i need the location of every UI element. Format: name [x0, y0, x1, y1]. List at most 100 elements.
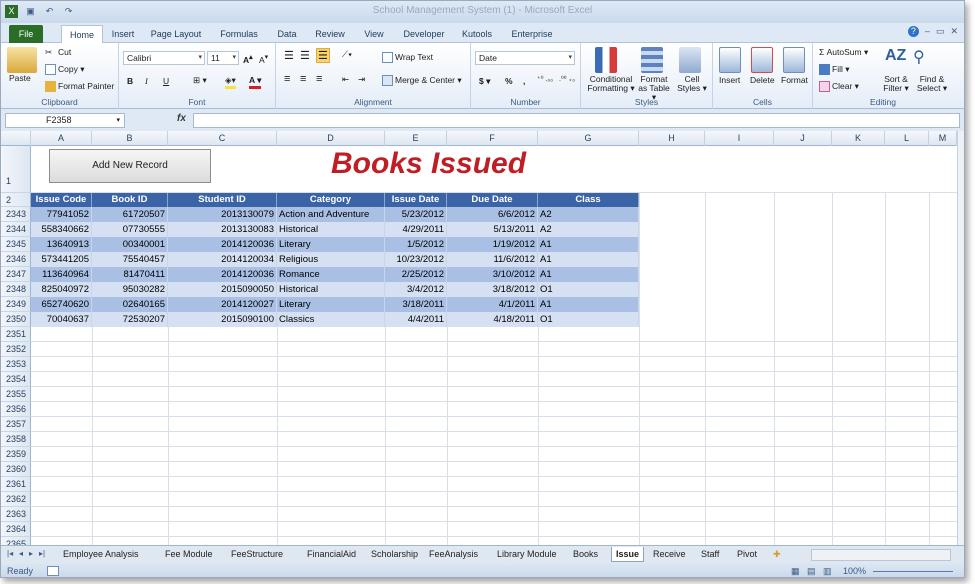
table-cell[interactable]: 75540457	[92, 252, 168, 267]
page-layout-view-icon[interactable]: ▤	[807, 566, 816, 577]
row-header-1[interactable]: 1	[1, 146, 31, 193]
name-box[interactable]: F2358 ▾	[5, 113, 125, 128]
first-sheet-icon[interactable]: |◂	[7, 549, 13, 558]
column-header-h[interactable]: H	[639, 131, 705, 146]
sort-filter-icon[interactable]: AZ	[885, 47, 906, 65]
macro-record-icon[interactable]	[47, 566, 59, 576]
row-header[interactable]: 2351	[1, 327, 31, 342]
row-header[interactable]: 2348	[1, 282, 31, 297]
table-cell[interactable]: A1	[538, 252, 639, 267]
align-bottom-icon[interactable]: ☰	[316, 48, 330, 63]
table-cell[interactable]: 11/6/2012	[447, 252, 538, 267]
tab-page-layout[interactable]: Page Layout	[147, 25, 205, 43]
align-middle-icon[interactable]: ☰	[300, 49, 310, 62]
delete-button[interactable]: Delete	[750, 75, 775, 85]
sheet-tab-pivot[interactable]: Pivot	[733, 547, 761, 562]
table-cell[interactable]: 72530207	[92, 312, 168, 327]
row-header[interactable]: 2365	[1, 537, 31, 545]
merge-center-button[interactable]: Merge & Center ▾	[382, 75, 462, 87]
table-cell[interactable]: 2015090100	[168, 312, 277, 327]
wrap-text-button[interactable]: Wrap Text	[382, 52, 433, 64]
table-cell[interactable]: 61720507	[92, 207, 168, 222]
paste-button[interactable]: Paste	[9, 73, 31, 83]
table-cell[interactable]: 558340662	[31, 222, 92, 237]
table-cell[interactable]: Religious	[277, 252, 385, 267]
table-cell[interactable]: 2014120027	[168, 297, 277, 312]
insert-cells-icon[interactable]	[719, 47, 741, 73]
next-sheet-icon[interactable]: ▸	[29, 549, 33, 558]
worksheet-grid[interactable]: ABCDEFGHIJKLM 1 2 2343 2344 2345 2346 2347 2348…	[1, 131, 957, 545]
bold-button[interactable]: B	[127, 76, 133, 86]
table-cell[interactable]: 2014120036	[168, 237, 277, 252]
row-header-2[interactable]: 2	[1, 193, 31, 207]
cell-styles-icon[interactable]	[679, 47, 701, 73]
table-cell[interactable]: 573441205	[31, 252, 92, 267]
table-cell[interactable]: 4/18/2011	[447, 312, 538, 327]
column-header-k[interactable]: K	[832, 131, 885, 146]
decrease-decimal-icon[interactable]: .⁰⁰ ₊₀	[559, 75, 575, 83]
format-as-table-icon[interactable]	[641, 47, 663, 73]
table-cell[interactable]: Classics	[277, 312, 385, 327]
clear-button[interactable]: Clear ▾	[819, 81, 859, 93]
tab-enterprise[interactable]: Enterprise	[509, 25, 555, 43]
tab-developer[interactable]: Developer	[398, 25, 450, 43]
align-center-icon[interactable]: ≡	[300, 73, 306, 85]
tab-insert[interactable]: Insert	[105, 25, 141, 43]
table-cell[interactable]: 2014120036	[168, 267, 277, 282]
table-header-issue-date[interactable]: Issue Date	[385, 193, 447, 207]
table-cell[interactable]: 2015090050	[168, 282, 277, 297]
table-cell[interactable]: 5/23/2012	[385, 207, 447, 222]
cut-button[interactable]: ✂ Cut	[45, 47, 71, 58]
table-cell[interactable]: 10/23/2012	[385, 252, 447, 267]
row-header[interactable]: 2352	[1, 342, 31, 357]
table-cell[interactable]: 3/18/2011	[385, 297, 447, 312]
table-cell[interactable]: Historical	[277, 282, 385, 297]
table-cell[interactable]: O1	[538, 312, 639, 327]
table-cell[interactable]: A1	[538, 237, 639, 252]
column-header-a[interactable]: A	[31, 131, 92, 146]
row-header[interactable]: 2350	[1, 312, 31, 327]
table-cell[interactable]: 2013130079	[168, 207, 277, 222]
table-cell[interactable]: Romance	[277, 267, 385, 282]
font-name-select[interactable]: Calibri ▾	[123, 51, 205, 65]
sheet-tab-issue[interactable]: Issue	[611, 547, 645, 562]
table-cell[interactable]: 113640964	[31, 267, 92, 282]
table-cell[interactable]: A1	[538, 267, 639, 282]
increase-decimal-icon[interactable]: ⁺⁰ .₀₀	[537, 75, 553, 83]
table-cell[interactable]: 81470411	[92, 267, 168, 282]
table-cell[interactable]: 07730555	[92, 222, 168, 237]
fill-button[interactable]: Fill ▾	[819, 64, 850, 76]
table-header-category[interactable]: Category	[277, 193, 385, 207]
sheet-tab-feestructure[interactable]: FeeStructure	[227, 547, 287, 562]
column-header-g[interactable]: G	[538, 131, 639, 146]
row-header[interactable]: 2364	[1, 522, 31, 537]
autosum-button[interactable]: Σ AutoSum ▾	[819, 47, 868, 58]
sheet-tab-scholarship[interactable]: Scholarship	[367, 547, 422, 562]
column-header-i[interactable]: I	[705, 131, 774, 146]
table-cell[interactable]: 1/19/2012	[447, 237, 538, 252]
column-header-l[interactable]: L	[885, 131, 929, 146]
fill-color-icon[interactable]: ◈▾	[225, 75, 236, 89]
find-select-icon[interactable]: ⚲	[913, 47, 925, 67]
help-icon[interactable]: ?	[907, 26, 919, 37]
row-header[interactable]: 2355	[1, 387, 31, 402]
table-header-issue-code[interactable]: Issue Code	[31, 193, 92, 207]
table-cell[interactable]: 1/5/2012	[385, 237, 447, 252]
table-cell[interactable]: 4/1/2011	[447, 297, 538, 312]
table-cell[interactable]: 4/29/2011	[385, 222, 447, 237]
sheet-tab-fee-module[interactable]: Fee Module	[161, 547, 217, 562]
align-top-icon[interactable]: ☰	[284, 49, 294, 62]
decrease-indent-icon[interactable]: ⇤	[342, 74, 349, 85]
format-cells-icon[interactable]	[783, 47, 805, 73]
tab-home[interactable]: Home	[61, 25, 103, 44]
table-cell[interactable]: 4/4/2011	[385, 312, 447, 327]
sheet-tab-financialaid[interactable]: FinancialAid	[303, 547, 360, 562]
percent-button[interactable]: %	[505, 76, 513, 86]
borders-icon[interactable]: ⊞ ▾	[193, 75, 207, 86]
table-cell[interactable]: O1	[538, 282, 639, 297]
last-sheet-icon[interactable]: ▸|	[39, 549, 45, 558]
increase-indent-icon[interactable]: ⇥	[358, 74, 365, 85]
paste-icon[interactable]	[7, 47, 37, 73]
table-cell[interactable]: Literary	[277, 237, 385, 252]
table-cell[interactable]: Historical	[277, 222, 385, 237]
